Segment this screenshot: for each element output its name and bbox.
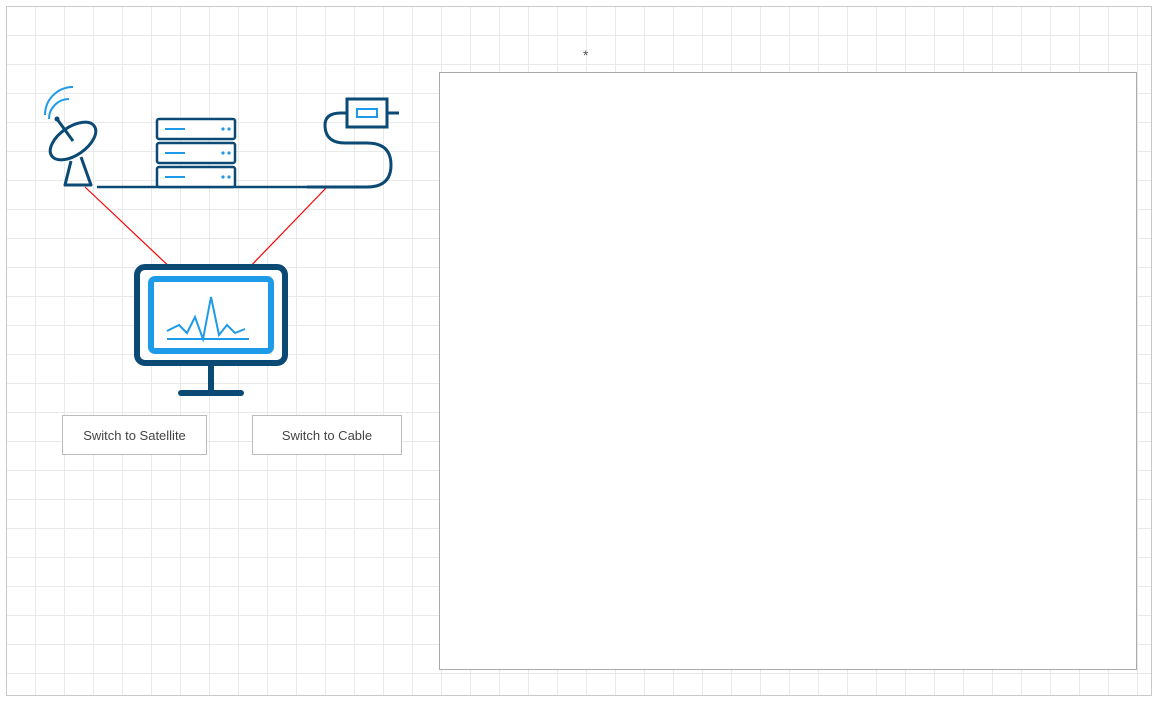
- page-marker: *: [583, 47, 588, 63]
- canvas-frame: *: [6, 6, 1152, 696]
- switch-to-satellite-button[interactable]: Switch to Satellite: [62, 415, 207, 455]
- page-panel: [439, 72, 1137, 670]
- switch-to-cable-button[interactable]: Switch to Cable: [252, 415, 402, 455]
